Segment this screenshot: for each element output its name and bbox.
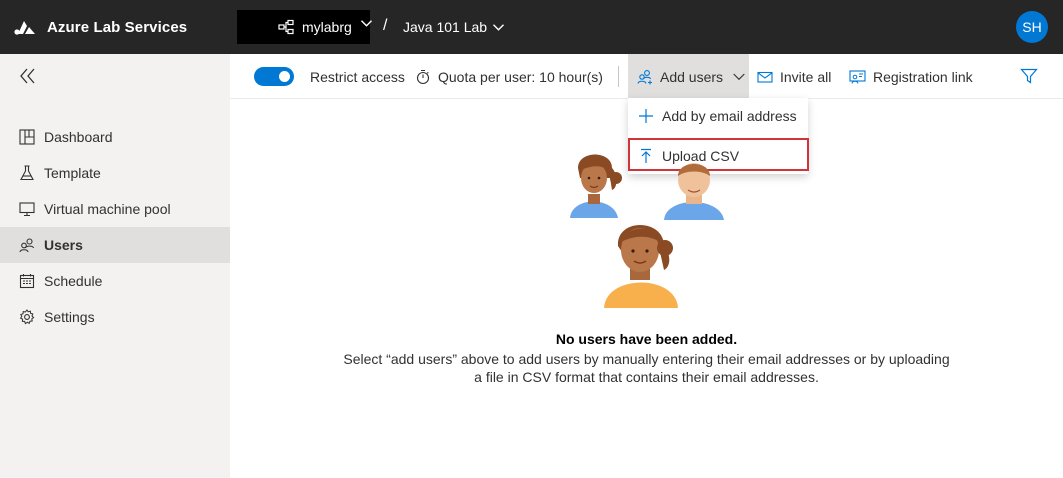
empty-users-illustration-icon (570, 154, 724, 308)
dashboard-icon (18, 128, 36, 146)
sidebar-item-label: Settings (44, 309, 95, 325)
invite-all-label: Invite all (780, 68, 832, 85)
resource-group-name: mylabrg (302, 19, 352, 35)
lab-name: Java 101 Lab (403, 19, 488, 35)
sidebar-item-label: Virtual machine pool (44, 201, 171, 217)
users-icon (18, 236, 36, 254)
toggle-knob (279, 71, 290, 82)
chevron-down-icon[interactable] (361, 20, 372, 27)
top-bar: Azure Lab Services mylabrg / Java 101 La… (0, 0, 1063, 54)
mail-icon (757, 71, 773, 83)
resource-group-icon (278, 19, 294, 35)
quota-button[interactable]: Quota per user: 10 hour(s) (415, 54, 603, 99)
add-users-icon (637, 69, 652, 84)
sidebar-item-dashboard[interactable]: Dashboard (0, 119, 230, 155)
filter-icon[interactable] (1020, 67, 1038, 85)
empty-state-title: No users have been added. (555, 331, 738, 347)
monitor-icon (18, 200, 36, 218)
azure-lab-logo-icon (14, 21, 35, 35)
add-by-email-menu-item[interactable]: Add by email address (628, 98, 808, 134)
registration-link-icon (849, 69, 866, 84)
gear-icon (18, 308, 36, 326)
chevron-down-icon (733, 73, 745, 80)
restrict-access-label[interactable]: Restrict access (310, 54, 405, 99)
registration-link-label: Registration link (873, 68, 973, 85)
add-users-label: Add users (660, 68, 724, 85)
collapse-sidebar-icon[interactable] (18, 66, 38, 86)
invite-all-button[interactable]: Invite all (757, 54, 831, 99)
sidebar-item-template[interactable]: Template (0, 155, 230, 191)
sidebar-item-schedule[interactable]: Schedule (0, 263, 230, 299)
registration-link-button[interactable]: Registration link (849, 54, 973, 99)
chevron-down-icon (493, 23, 505, 31)
calendar-icon (18, 272, 36, 290)
quota-label: Quota per user: 10 hour(s) (438, 68, 603, 85)
command-bar: Restrict access Quota per user: 10 hour(… (230, 54, 1063, 99)
add-by-email-label: Add by email address (662, 108, 797, 124)
breadcrumb-separator: / (383, 17, 388, 34)
avatar[interactable]: SH (1016, 11, 1048, 43)
stopwatch-icon (416, 69, 430, 84)
sidebar-item-label: Dashboard (44, 129, 113, 145)
sidebar-item-label: Users (44, 237, 83, 253)
flask-icon (18, 164, 36, 182)
restrict-access-toggle[interactable] (254, 67, 294, 86)
sidebar: Dashboard Template Virtual machine pool … (0, 54, 230, 478)
add-users-button[interactable]: Add users (637, 54, 745, 99)
sidebar-nav: Dashboard Template Virtual machine pool … (0, 119, 230, 335)
sidebar-item-users[interactable]: Users (0, 227, 230, 263)
plus-icon (639, 109, 653, 123)
app-title: Azure Lab Services (47, 18, 188, 36)
resource-group-selector[interactable]: mylabrg (237, 10, 370, 44)
sidebar-item-label: Schedule (44, 273, 103, 289)
toolbar-divider (618, 66, 619, 87)
empty-state-description: Select “add users” above to add users by… (343, 351, 950, 385)
restrict-access-text: Restrict access (310, 68, 405, 85)
brand[interactable]: Azure Lab Services (14, 0, 187, 54)
sidebar-item-label: Template (44, 165, 101, 181)
sidebar-item-settings[interactable]: Settings (0, 299, 230, 335)
sidebar-item-virtual-machine-pool[interactable]: Virtual machine pool (0, 191, 230, 227)
lab-selector[interactable]: Java 101 Lab (403, 0, 505, 54)
